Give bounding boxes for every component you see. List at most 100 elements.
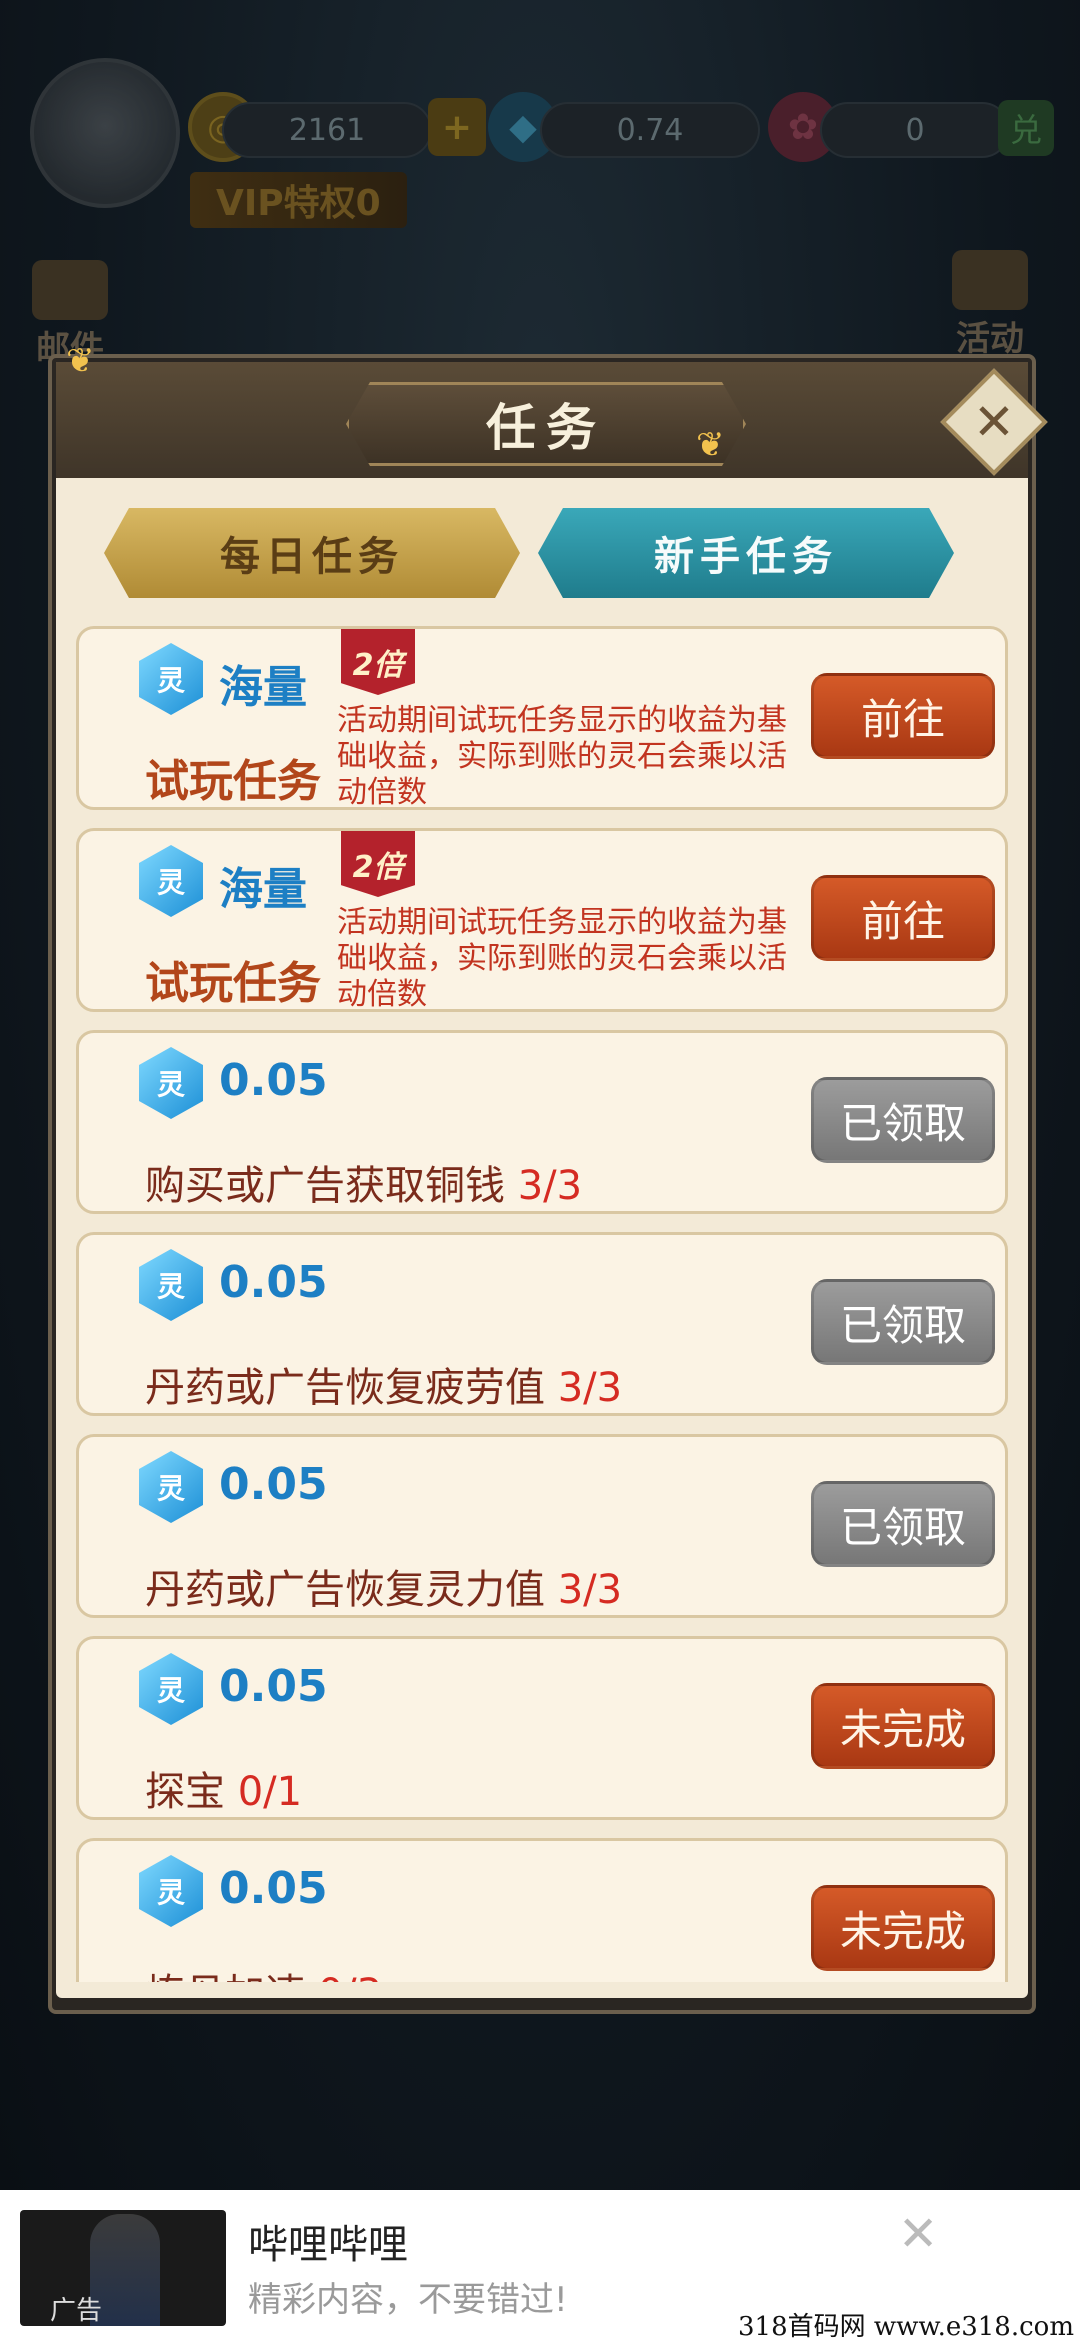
task-desc-text: 购买或广告获取铜钱 xyxy=(145,1163,505,1209)
multiplier-badge: 2倍 xyxy=(341,629,415,695)
task-desc-text: 炼丹加速 xyxy=(145,1971,305,1982)
task-progress: 3/3 xyxy=(557,1365,623,1411)
task-description: 丹药或广告恢复灵力值 3/3 xyxy=(145,1557,622,1615)
task-desc-text: 探宝 xyxy=(145,1769,225,1815)
task-card: 灵 0.05 丹药或广告恢复疲劳值 3/3 已领取 xyxy=(76,1232,1008,1416)
close-button[interactable]: ✕ xyxy=(940,368,1048,476)
task-card: 灵 0.05 炼丹加速 0/3 未完成 xyxy=(76,1838,1008,1982)
modal-header: 任务 ✕ ❦ ❦ xyxy=(56,344,1048,482)
tab-newbie-tasks[interactable]: 新手任务 xyxy=(538,508,954,598)
tab-newbie-label: 新手任务 xyxy=(654,534,838,580)
tab-daily-tasks[interactable]: 每日任务 xyxy=(104,508,520,598)
task-action-label: 已领取 xyxy=(839,1098,966,1148)
vip-label: VIP特权0 xyxy=(216,183,381,224)
task-description: 购买或广告获取铜钱 3/3 xyxy=(145,1153,582,1211)
activity-button[interactable]: 活动 xyxy=(930,240,1050,360)
multiplier-label: 2倍 xyxy=(352,648,404,683)
ad-tag: 广告 xyxy=(50,2296,103,2326)
gem-glyph: 灵 xyxy=(156,1674,185,1707)
flower-value: 0 xyxy=(905,112,925,148)
gem-glyph: 灵 xyxy=(156,1270,185,1303)
gem-glyph: 灵 xyxy=(156,1068,185,1101)
ad-title: 哔哩哔哩 xyxy=(248,2222,408,2268)
task-card: 灵 海量 试玩任务 2倍 活动期间试玩任务显示的收益为基础收益，实际到账的灵石会… xyxy=(76,828,1008,1012)
task-card: 灵 0.05 丹药或广告恢复灵力值 3/3 已领取 xyxy=(76,1434,1008,1618)
modal-title: 任务 xyxy=(486,399,606,457)
task-progress: 0/3 xyxy=(318,1971,382,1982)
task-card: 灵 0.05 探宝 0/1 未完成 xyxy=(76,1636,1008,1820)
close-icon[interactable]: ✕ xyxy=(898,2206,938,2262)
task-action-button[interactable]: 已领取 xyxy=(811,1481,995,1567)
activity-label: 活动 xyxy=(956,319,1024,359)
task-desc-text: 丹药或广告恢复疲劳值 xyxy=(145,1365,545,1411)
copper-coin-value: 2161 xyxy=(288,112,366,148)
spirit-stone-counter: 0.74 xyxy=(540,102,760,158)
add-coins-button[interactable]: + xyxy=(428,98,486,156)
task-action-label: 前往 xyxy=(860,694,945,744)
spirit-stone-icon: 灵 xyxy=(139,643,203,715)
ad-thumbnail[interactable]: 广告 xyxy=(20,2210,226,2326)
multiplier-badge: 2倍 xyxy=(341,831,415,897)
exchange-label: 兑 xyxy=(1009,111,1042,149)
gem-glyph: 灵 xyxy=(156,1876,185,1909)
task-action-button[interactable]: 未完成 xyxy=(811,1683,995,1769)
exchange-button[interactable]: 兑 xyxy=(998,100,1054,156)
task-reward: 0.05 xyxy=(219,1863,328,1914)
task-reward: 海量 xyxy=(219,864,307,915)
task-card: 灵 海量 试玩任务 2倍 活动期间试玩任务显示的收益为基础收益，实际到账的灵石会… xyxy=(76,626,1008,810)
title-plate: 任务 xyxy=(346,382,746,466)
task-description: 探宝 0/1 xyxy=(145,1759,302,1817)
task-modal: 任务 ✕ ❦ ❦ 每日任务 新手任务 灵 海量 试玩任务 2倍 活动期间试玩任务… xyxy=(48,344,1048,2014)
player-avatar[interactable] xyxy=(30,58,180,208)
butterfly-icon: ❦ xyxy=(696,425,725,465)
spirit-stone-icon: 灵 xyxy=(139,1249,203,1321)
task-reward: 0.05 xyxy=(219,1459,328,1510)
task-action-label: 未完成 xyxy=(839,1704,966,1754)
task-title: 试玩任务 xyxy=(145,958,321,1009)
task-progress: 3/3 xyxy=(517,1163,583,1209)
task-action-label: 前往 xyxy=(860,896,945,946)
task-card: 灵 0.05 购买或广告获取铜钱 3/3 已领取 xyxy=(76,1030,1008,1214)
tab-daily-label: 每日任务 xyxy=(220,534,404,580)
spirit-stone-icon: 灵 xyxy=(139,1047,203,1119)
site-watermark: 318首码网 www.e318.com xyxy=(738,2312,1074,2340)
gem-glyph: 灵 xyxy=(156,664,185,697)
spirit-stone-icon: 灵 xyxy=(139,1653,203,1725)
envelope-icon xyxy=(32,260,108,320)
task-action-button[interactable]: 已领取 xyxy=(811,1077,995,1163)
task-list[interactable]: 灵 海量 试玩任务 2倍 活动期间试玩任务显示的收益为基础收益，实际到账的灵石会… xyxy=(62,626,1014,1982)
task-action-label: 未完成 xyxy=(839,1906,966,1956)
gem-glyph: 灵 xyxy=(156,866,185,899)
close-icon: ✕ xyxy=(973,393,1015,451)
modal-body: 每日任务 新手任务 灵 海量 试玩任务 2倍 活动期间试玩任务显示的收益为基础收… xyxy=(56,478,1028,1998)
task-action-label: 已领取 xyxy=(839,1502,966,1552)
task-description: 丹药或广告恢复疲劳值 3/3 xyxy=(145,1355,622,1413)
spirit-stone-icon: 灵 xyxy=(139,845,203,917)
task-description: 炼丹加速 0/3 xyxy=(145,1961,382,1982)
task-title: 试玩任务 xyxy=(145,756,321,807)
butterfly-icon: ❦ xyxy=(66,341,95,381)
copper-coin-counter: 2161 xyxy=(222,102,432,158)
spirit-stone-value: 0.74 xyxy=(616,112,684,148)
top-hud: ◎ 2161 + ◆ 0.74 ✿ 0 兑 VIP特权0 xyxy=(0,40,1080,270)
task-reward: 0.05 xyxy=(219,1055,328,1106)
flower-counter: 0 xyxy=(820,102,1010,158)
task-action-label: 已领取 xyxy=(839,1300,966,1350)
task-action-button[interactable]: 前往 xyxy=(811,875,995,961)
ad-subtitle: 精彩内容，不要错过! xyxy=(248,2280,568,2320)
chest-icon xyxy=(952,250,1028,310)
task-action-button[interactable]: 前往 xyxy=(811,673,995,759)
task-reward: 0.05 xyxy=(219,1257,328,1308)
task-note: 活动期间试玩任务显示的收益为基础收益，实际到账的灵石会乘以活动倍数 xyxy=(337,905,787,1012)
spirit-stone-icon: 灵 xyxy=(139,1855,203,1927)
task-action-button[interactable]: 已领取 xyxy=(811,1279,995,1365)
task-action-button[interactable]: 未完成 xyxy=(811,1885,995,1971)
vip-badge[interactable]: VIP特权0 xyxy=(190,172,407,228)
spirit-stone-icon: 灵 xyxy=(139,1451,203,1523)
task-note: 活动期间试玩任务显示的收益为基础收益，实际到账的灵石会乘以活动倍数 xyxy=(337,703,787,810)
multiplier-label: 2倍 xyxy=(352,850,404,885)
task-reward: 海量 xyxy=(219,662,307,713)
task-progress: 0/1 xyxy=(237,1769,303,1815)
task-reward: 0.05 xyxy=(219,1661,328,1712)
task-progress: 3/3 xyxy=(557,1567,623,1613)
